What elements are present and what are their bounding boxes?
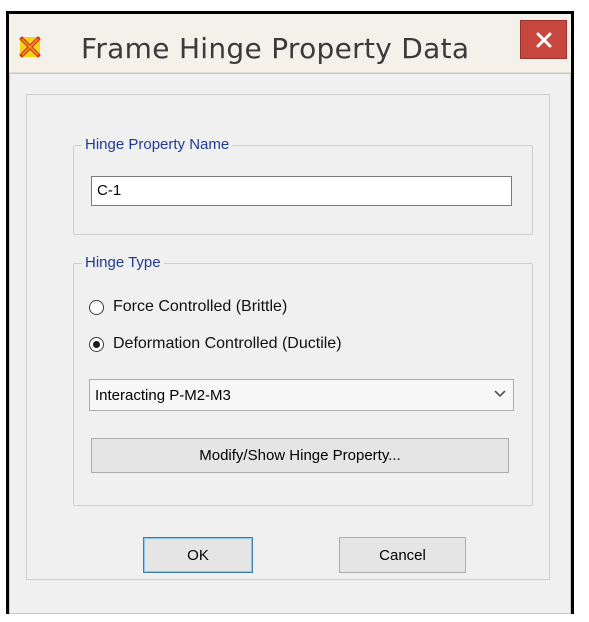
radio-force-controlled[interactable]: Force Controlled (Brittle) (89, 298, 287, 316)
hinge-type-group: Hinge Type Force Controlled (Brittle) De… (73, 254, 533, 506)
sap-x-logo-icon (19, 36, 41, 58)
close-button[interactable] (520, 20, 567, 59)
hinge-type-dropdown[interactable]: Interacting P-M2-M3 (89, 379, 514, 411)
chevron-down-icon (494, 390, 506, 398)
hinge-name-group: Hinge Property Name C-1 (73, 136, 533, 235)
modify-show-hinge-property-button[interactable]: Modify/Show Hinge Property... (91, 438, 509, 473)
cancel-button[interactable]: Cancel (339, 537, 466, 573)
dropdown-value: Interacting P-M2-M3 (95, 387, 231, 404)
close-icon (536, 32, 551, 47)
dialog-body: Hinge Property Name C-1 Hinge Type Force… (9, 73, 571, 614)
hinge-type-group-label: Hinge Type (82, 254, 164, 271)
radio-selected-dot (93, 340, 100, 348)
ok-button[interactable]: OK (143, 537, 253, 573)
dialog-title: Frame Hinge Property Data (81, 32, 470, 65)
radio-label: Deformation Controlled (Ductile) (113, 335, 342, 352)
radio-button[interactable] (89, 299, 104, 315)
hinge-name-group-label: Hinge Property Name (82, 136, 233, 153)
title-bar[interactable]: Frame Hinge Property Data (9, 14, 571, 73)
radio-label: Force Controlled (Brittle) (113, 298, 288, 315)
radio-button[interactable] (89, 336, 104, 352)
hinge-name-input[interactable]: C-1 (91, 176, 512, 206)
content-panel: Hinge Property Name C-1 Hinge Type Force… (26, 94, 550, 580)
radio-deformation-controlled[interactable]: Deformation Controlled (Ductile) (89, 335, 342, 353)
dialog-window: Frame Hinge Property Data Hinge Property… (6, 11, 574, 614)
